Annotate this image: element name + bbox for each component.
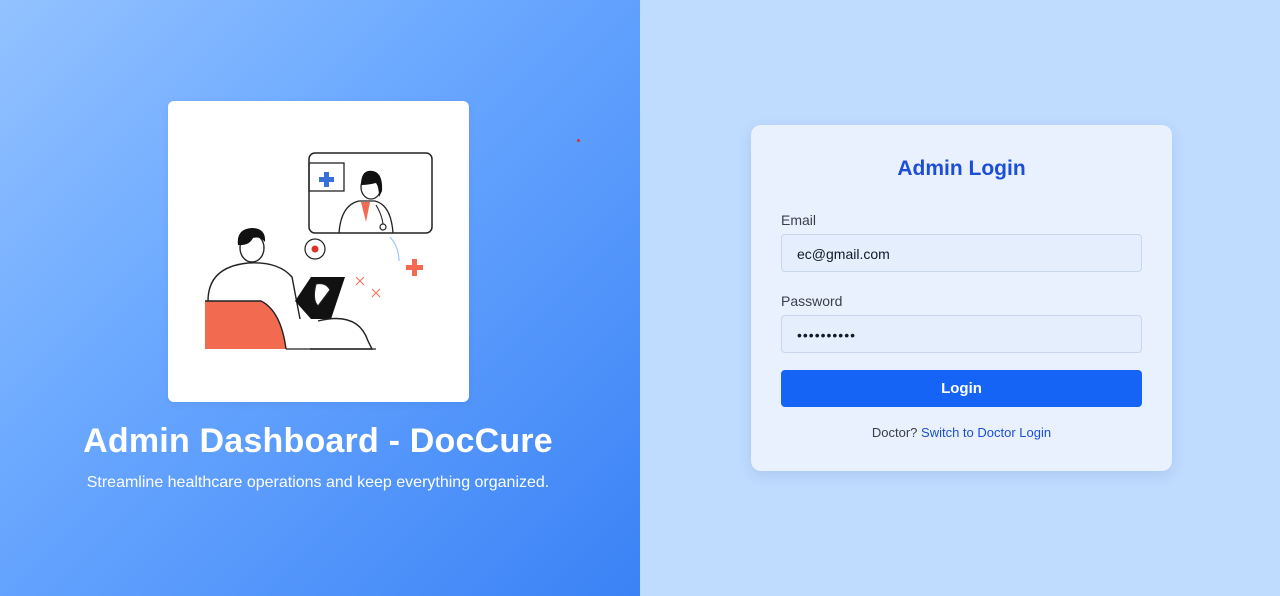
page-title: Admin Dashboard - DocCure xyxy=(83,422,553,460)
doctor-video-consultation-illustration xyxy=(205,152,433,350)
switch-to-doctor-login-link[interactable]: Switch to Doctor Login xyxy=(921,425,1051,440)
email-label: Email xyxy=(781,212,817,228)
decorative-dot xyxy=(577,139,580,142)
password-label: Password xyxy=(781,293,843,309)
login-card: Admin Login Email ec@gmail.com Password … xyxy=(751,125,1172,471)
switch-login-line: Doctor? Switch to Doctor Login xyxy=(751,425,1172,440)
login-panel: Admin Login Email ec@gmail.com Password … xyxy=(640,0,1280,596)
email-field[interactable]: ec@gmail.com xyxy=(781,234,1142,272)
login-title: Admin Login xyxy=(897,157,1026,180)
page-subtitle: Streamline healthcare operations and kee… xyxy=(86,474,550,491)
hero-panel: Admin Dashboard - DocCure Streamline hea… xyxy=(0,0,640,596)
illustration-card xyxy=(168,101,469,402)
login-button[interactable]: Login xyxy=(781,370,1142,407)
password-field[interactable]: •••••••••• xyxy=(781,315,1142,353)
switch-prompt: Doctor? xyxy=(871,425,918,440)
